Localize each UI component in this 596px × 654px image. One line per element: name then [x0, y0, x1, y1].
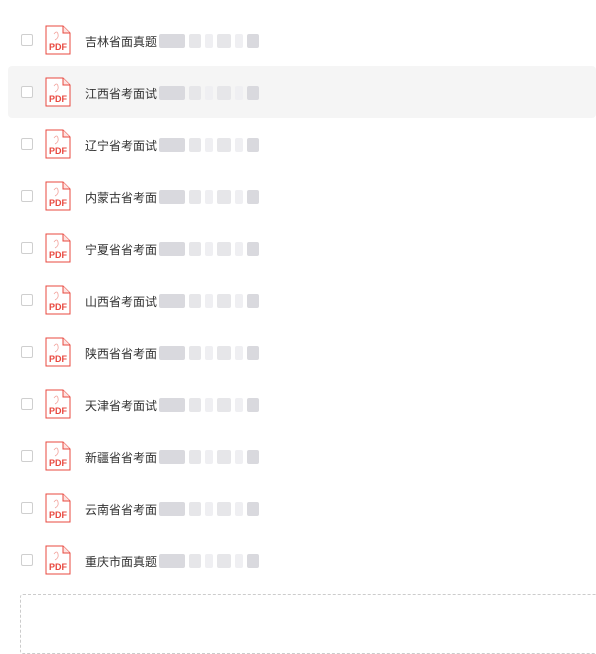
file-row[interactable]: PDF 陕西省省考面	[0, 326, 596, 378]
pdf-file-icon: PDF	[45, 441, 71, 471]
blurred-filename-part	[159, 33, 260, 49]
file-row[interactable]: PDF 云南省省考面	[0, 482, 596, 534]
file-name[interactable]: 天津省考面试	[85, 397, 157, 414]
svg-text:PDF: PDF	[49, 458, 68, 468]
file-row[interactable]: PDF 山西省考面试	[0, 274, 596, 326]
row-checkbox[interactable]	[21, 346, 33, 358]
blurred-filename-part	[159, 449, 260, 465]
row-checkbox[interactable]	[21, 34, 33, 46]
file-name[interactable]: 宁夏省省考面	[85, 241, 157, 258]
svg-text:PDF: PDF	[49, 146, 68, 156]
svg-text:PDF: PDF	[49, 406, 68, 416]
row-checkbox[interactable]	[21, 502, 33, 514]
row-checkbox[interactable]	[21, 398, 33, 410]
file-row[interactable]: PDF 辽宁省考面试	[0, 118, 596, 170]
svg-text:PDF: PDF	[49, 354, 68, 364]
pdf-file-icon: PDF	[45, 545, 71, 575]
pdf-file-icon: PDF	[45, 337, 71, 367]
file-name[interactable]: 辽宁省考面试	[85, 137, 157, 154]
blurred-filename-part	[159, 85, 260, 101]
file-name[interactable]: 新疆省省考面	[85, 449, 157, 466]
pdf-file-icon: PDF	[45, 285, 71, 315]
svg-text:PDF: PDF	[49, 94, 68, 104]
file-name[interactable]: 山西省考面试	[85, 293, 157, 310]
pdf-file-icon: PDF	[45, 181, 71, 211]
row-checkbox[interactable]	[21, 242, 33, 254]
file-name[interactable]: 云南省省考面	[85, 501, 157, 518]
file-row[interactable]: PDF 重庆市面真题	[0, 534, 596, 586]
blurred-filename-part	[159, 397, 260, 413]
svg-text:PDF: PDF	[49, 562, 68, 572]
svg-text:PDF: PDF	[49, 302, 68, 312]
pdf-file-icon: PDF	[45, 25, 71, 55]
file-name[interactable]: 重庆市面真题	[85, 553, 157, 570]
pdf-file-icon: PDF	[45, 129, 71, 159]
file-row[interactable]: PDF 内蒙古省考面	[0, 170, 596, 222]
file-row[interactable]: PDF 江西省考面试	[8, 66, 596, 118]
file-name[interactable]: 陕西省省考面	[85, 345, 157, 362]
blurred-filename-part	[159, 501, 260, 517]
blurred-filename-part	[159, 293, 260, 309]
row-checkbox[interactable]	[21, 138, 33, 150]
pdf-file-icon: PDF	[45, 233, 71, 263]
row-checkbox[interactable]	[21, 190, 33, 202]
file-row[interactable]: PDF 天津省考面试	[0, 378, 596, 430]
file-name[interactable]: 江西省考面试	[85, 85, 157, 102]
svg-text:PDF: PDF	[49, 42, 68, 52]
file-row[interactable]: PDF 吉林省面真题	[0, 14, 596, 66]
upload-drop-zone[interactable]	[20, 594, 596, 654]
blurred-filename-part	[159, 137, 260, 153]
row-checkbox[interactable]	[21, 450, 33, 462]
row-checkbox[interactable]	[21, 294, 33, 306]
row-checkbox[interactable]	[21, 554, 33, 566]
blurred-filename-part	[159, 189, 260, 205]
file-list: PDF 吉林省面真题 PDF 江西省考面试 PDF 辽宁省考面试 PDF 内蒙古…	[0, 14, 596, 586]
blurred-filename-part	[159, 345, 260, 361]
file-name[interactable]: 吉林省面真题	[85, 33, 157, 50]
pdf-file-icon: PDF	[45, 77, 71, 107]
file-name[interactable]: 内蒙古省考面	[85, 189, 157, 206]
pdf-file-icon: PDF	[45, 389, 71, 419]
pdf-file-icon: PDF	[45, 493, 71, 523]
row-checkbox[interactable]	[21, 86, 33, 98]
svg-text:PDF: PDF	[49, 198, 68, 208]
file-row[interactable]: PDF 宁夏省省考面	[0, 222, 596, 274]
svg-text:PDF: PDF	[49, 510, 68, 520]
svg-text:PDF: PDF	[49, 250, 68, 260]
blurred-filename-part	[159, 241, 260, 257]
blurred-filename-part	[159, 553, 260, 569]
file-row[interactable]: PDF 新疆省省考面	[0, 430, 596, 482]
